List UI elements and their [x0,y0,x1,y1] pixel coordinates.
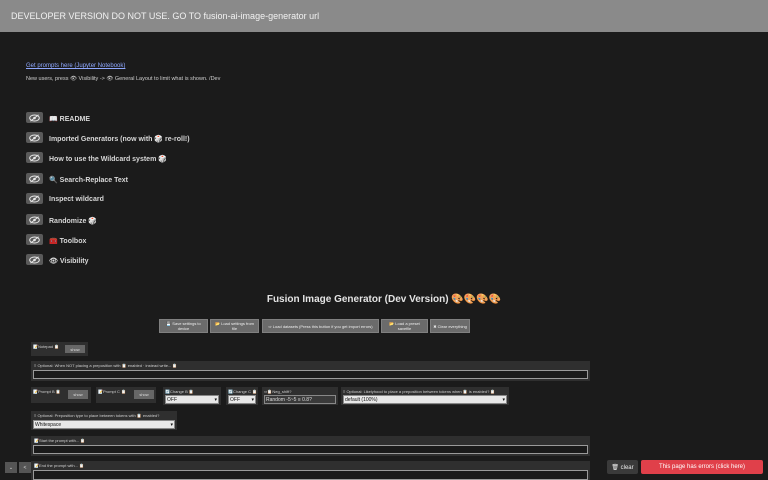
collapse-button[interactable]: < [19,462,31,473]
preposition-type-value: Whitespace [35,421,62,428]
eye-slash-icon[interactable] [26,132,43,143]
section-row[interactable]: 👁 Visibility [26,254,426,266]
section-label: 📖 README [49,116,90,123]
change-c-panel: 🔄Change C 📋 OFF ▾ [226,387,258,405]
get-prompts-link[interactable]: Get prompts here (Jupyter Notebook) [26,63,125,69]
chevron-down-icon: ▾ [502,396,505,403]
dev-banner-text: DEVELOPER VERSION DO NOT USE. GO TO fusi… [11,11,320,21]
start-prompt-input[interactable] [33,445,588,454]
scroll-down-button[interactable]: ⌄ [5,462,17,473]
prompt-b-show-button[interactable]: show [68,390,88,399]
end-prompt-input[interactable] [33,470,588,480]
load-settings-button[interactable]: 📂 Load settings from file [210,319,259,333]
prompt-c-label: 📝Prompt C 📋 [98,389,126,394]
errors-button[interactable]: This page has errors (click here) [641,460,763,474]
preposition-type-label: ≡ Optional: Preposition type to place be… [34,413,160,418]
section-label: 👁 Visibility [49,258,89,265]
change-c-value: OFF [230,396,240,403]
section-row[interactable]: 📖 README [26,112,426,124]
eye-slash-icon[interactable] [26,234,43,245]
section-row[interactable]: How to use the Wildcard system 🎲 [26,152,426,164]
eye-slash-icon[interactable] [26,193,43,204]
chevron-down-icon: ▾ [251,396,254,403]
likelyhood-label: ≡ Optional: Likelyhood to place a prepos… [343,389,496,394]
eye-slash-icon[interactable] [26,254,43,265]
section-row[interactable]: Inspect wildcard [26,193,426,205]
chevron-down-icon: ▾ [214,396,217,403]
neg-shift-select[interactable]: Random -5~5 ≡ 0.8? [264,395,336,404]
start-prompt-panel: 📝Start the prompt with... 📋 [31,436,590,456]
prompt-c-panel: 📝Prompt C 📋 show [96,387,156,403]
optional-not-placing-input[interactable] [33,370,588,379]
section-label: How to use the Wildcard system 🎲 [49,156,167,163]
chevron-down-icon: ▾ [170,421,173,428]
section-label: Randomize 🎲 [49,218,97,225]
section-row[interactable]: 🔍 Search-Replace Text [26,173,426,185]
prompt-c-show-button[interactable]: show [134,390,154,399]
optional-not-placing-panel: ≡ Optional: When NOT placing a prepositi… [31,361,590,381]
section-row[interactable]: 🧰 Toolbox [26,234,426,246]
section-label: Imported Generators (now with 🎲 re-roll!… [49,136,190,143]
likelyhood-value: default (100%) [345,396,378,403]
dev-banner: DEVELOPER VERSION DO NOT USE. GO TO fusi… [0,0,768,32]
change-b-label: 🔄Change B 📋 [165,389,194,394]
load-datasets-button[interactable]: ⇨ Load datasets (Press this button if yo… [262,319,379,333]
save-settings-button[interactable]: 💾 Save settings to device [159,319,208,333]
prompt-b-label: 📝Prompt B 📋 [33,389,61,394]
new-users-hint: New users, press 👁 Visibility -> 👁 Gener… [26,76,221,82]
section-label: 🔍 Search-Replace Text [49,177,129,184]
neg-shift-value: Random -5~5 ≡ 0.8? [266,396,312,403]
change-b-panel: 🔄Change B 📋 OFF ▾ [163,387,221,405]
preposition-type-select[interactable]: Whitespace ▾ [33,420,175,429]
likelyhood-panel: ≡ Optional: Likelyhood to place a prepos… [341,387,509,405]
eye-slash-icon[interactable] [26,214,43,225]
eye-slash-icon[interactable] [26,173,43,184]
end-prompt-label: 📝End the prompt with... 📋 [34,463,84,468]
eye-slash-icon[interactable] [26,112,43,123]
section-label: 🧰 Toolbox [49,238,87,245]
preposition-type-panel: ≡ Optional: Preposition type to place be… [31,411,177,430]
section-row[interactable]: Randomize 🎲 [26,214,426,226]
eye-slash-icon[interactable] [26,152,43,163]
start-prompt-label: 📝Start the prompt with... 📋 [34,438,86,443]
notepad-label: 📝Notepad 📋 [33,344,60,349]
neg-shift-label: ⇨📋Neg_shift? [264,389,292,394]
notepad-panel: 📝Notepad 📋 show [31,342,88,356]
optional-not-placing-label: ≡ Optional: When NOT placing a prepositi… [34,363,178,368]
change-c-label: 🔄Change C 📋 [228,389,258,394]
section-row[interactable]: Imported Generators (now with 🎲 re-roll!… [26,132,426,144]
clear-everything-button[interactable]: ✖ Clear everything [430,319,470,333]
end-prompt-panel: 📝End the prompt with... 📋 [31,461,590,480]
clear-button[interactable]: 🗑 clear [607,460,638,474]
change-c-select[interactable]: OFF ▾ [228,395,256,404]
change-b-select[interactable]: OFF ▾ [165,395,219,404]
notepad-show-button[interactable]: show [65,345,85,353]
neg-shift-panel: ⇨📋Neg_shift? Random -5~5 ≡ 0.8? [262,387,338,405]
page-title: Fusion Image Generator (Dev Version) 🎨🎨🎨… [266,294,502,305]
likelyhood-select[interactable]: default (100%) ▾ [343,395,507,404]
load-preset-button[interactable]: 📂 Load a preset savefile [381,319,428,333]
section-label: Inspect wildcard [49,196,104,203]
change-b-value: OFF [167,396,177,403]
prompt-b-panel: 📝Prompt B 📋 show [31,387,91,403]
